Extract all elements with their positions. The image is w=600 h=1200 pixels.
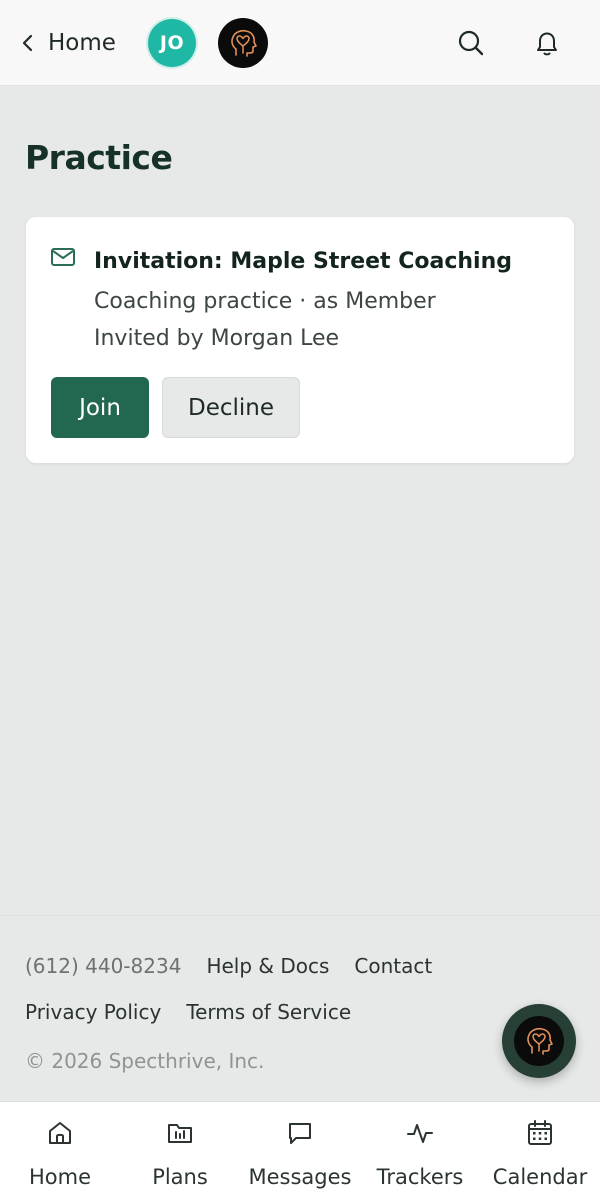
footer-row-contact: (612) 440-8234 Help & Docs Contact xyxy=(25,954,432,978)
search-icon xyxy=(458,30,484,56)
nav-item-calendar[interactable]: Calendar xyxy=(480,1102,600,1200)
footer-row-legal: Privacy Policy Terms of Service xyxy=(25,1000,351,1024)
invitation-detail: Coaching practice · as Member xyxy=(94,289,436,314)
calendar-icon xyxy=(528,1120,552,1145)
footer-phone: (612) 440-8234 xyxy=(25,954,182,978)
privacy-policy-link[interactable]: Privacy Policy xyxy=(25,1000,161,1024)
back-home-link[interactable]: Home xyxy=(18,24,116,62)
bell-icon xyxy=(537,32,557,56)
footer: (612) 440-8234 Help & Docs Contact Priva… xyxy=(0,915,600,1101)
page-title: Practice xyxy=(25,138,173,177)
avatar-initials: JO xyxy=(159,32,185,54)
nav-label-messages: Messages xyxy=(248,1165,352,1189)
copyright: © 2026 Specthrive, Inc. xyxy=(25,1049,265,1073)
nav-item-messages[interactable]: Messages xyxy=(240,1102,360,1200)
invitation-card: Invitation: Maple Street Coaching Coachi… xyxy=(26,217,574,463)
nav-label-trackers: Trackers xyxy=(376,1165,464,1189)
home-icon xyxy=(49,1122,71,1144)
join-button[interactable]: Join xyxy=(51,377,149,438)
back-home-label: Home xyxy=(48,30,116,56)
nav-label-home: Home xyxy=(28,1165,91,1189)
head-heart-logo-icon xyxy=(231,29,257,57)
search-button[interactable] xyxy=(452,24,490,62)
folder-icon xyxy=(168,1124,192,1143)
top-bar: Home JO xyxy=(0,0,600,86)
bottom-nav: Home Plans Messages Trackers Calendar xyxy=(0,1101,600,1200)
help-docs-link[interactable]: Help & Docs xyxy=(206,954,329,978)
activity-icon xyxy=(407,1124,433,1143)
nav-item-plans[interactable]: Plans xyxy=(120,1102,240,1200)
notifications-button[interactable] xyxy=(528,24,566,62)
nav-label-plans: Plans xyxy=(152,1165,208,1189)
head-heart-logo-icon xyxy=(527,1027,553,1055)
invitation-invited-by: Invited by Morgan Lee xyxy=(94,326,340,351)
nav-item-home[interactable]: Home xyxy=(0,1102,120,1200)
mail-icon xyxy=(51,248,75,266)
terms-of-service-link[interactable]: Terms of Service xyxy=(186,1000,351,1024)
invitation-title: Invitation: Maple Street Coaching xyxy=(94,249,512,274)
chat-icon xyxy=(289,1123,311,1144)
user-avatar[interactable]: JO xyxy=(148,19,196,67)
fab-logo xyxy=(514,1016,564,1066)
decline-button[interactable]: Decline xyxy=(162,377,300,438)
contact-link[interactable]: Contact xyxy=(354,954,432,978)
nav-label-calendar: Calendar xyxy=(492,1165,588,1189)
nav-item-trackers[interactable]: Trackers xyxy=(360,1102,480,1200)
assistant-fab[interactable] xyxy=(502,1004,576,1078)
chevron-left-icon xyxy=(22,34,33,52)
practice-logo-avatar[interactable] xyxy=(218,18,268,68)
